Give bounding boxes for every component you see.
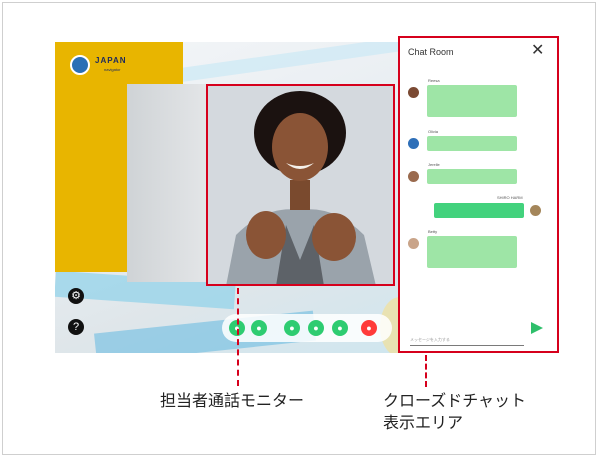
settings-button[interactable]: ⚙ (68, 288, 84, 304)
help-icon: ? (72, 321, 80, 333)
globe-logo-icon (70, 55, 90, 75)
monitor-highlight-box (206, 84, 395, 286)
share-button[interactable]: ● (284, 320, 300, 336)
chat-highlight-box (398, 36, 559, 353)
chat-caption-line1: クローズドチャット (383, 391, 527, 410)
exit-icon: ● (366, 323, 372, 333)
monitor-leader-line (237, 288, 239, 386)
camera-button[interactable]: ● (251, 320, 267, 336)
background-wall (127, 84, 209, 282)
participants-button[interactable]: ● (332, 320, 348, 336)
chat-icon: ● (313, 323, 319, 333)
help-button[interactable]: ? (68, 319, 84, 335)
brand-subtitle: navigator (104, 67, 121, 72)
share-icon: ● (289, 323, 295, 333)
brand-name: JAPAN (95, 56, 127, 65)
chat-leader-line (425, 355, 427, 387)
leave-button[interactable]: ● (361, 320, 377, 336)
chat-caption-line2: 表示エリア (383, 413, 464, 432)
bg-streak (175, 42, 412, 83)
gear-icon: ⚙ (71, 290, 81, 302)
monitor-caption: 担当者通話モニター (160, 391, 305, 410)
camera-icon: ● (256, 323, 262, 333)
chat-toggle-button[interactable]: ● (308, 320, 324, 336)
user-icon: ● (337, 323, 343, 333)
